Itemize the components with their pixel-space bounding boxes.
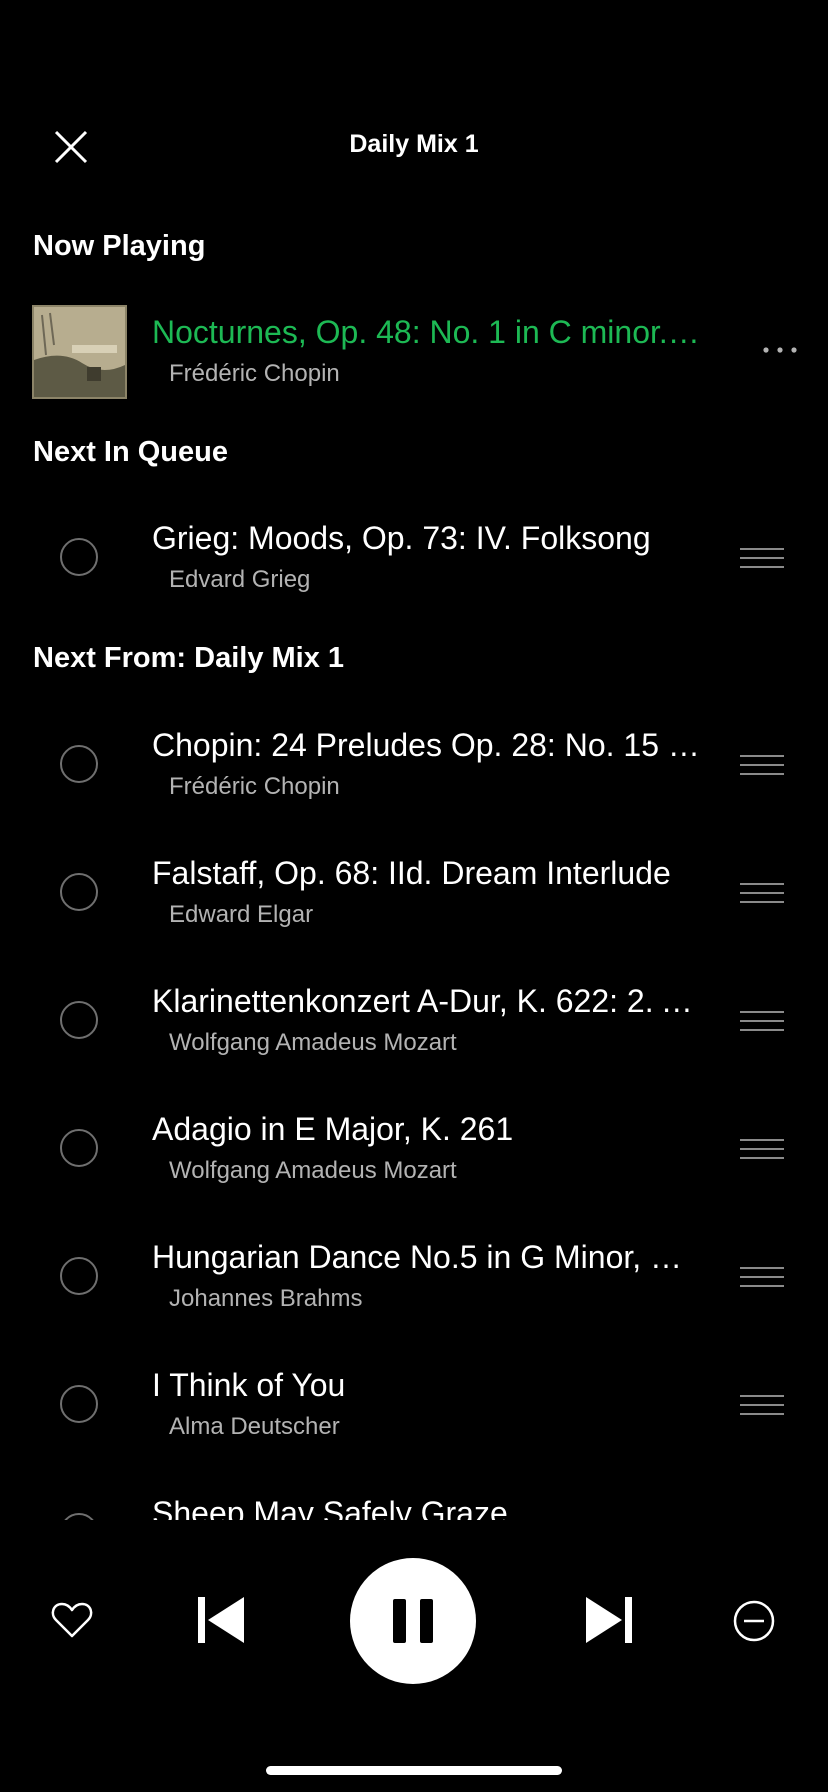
drag-handle[interactable]: [740, 1011, 784, 1035]
list-item-title[interactable]: I Think of You: [152, 1367, 345, 1404]
playback-controls: [0, 1558, 828, 1684]
pause-button[interactable]: [350, 1558, 476, 1684]
select-radio[interactable]: [60, 873, 98, 911]
drag-handle[interactable]: [740, 1395, 784, 1419]
select-radio[interactable]: [60, 538, 98, 576]
drag-handle[interactable]: [740, 548, 784, 572]
list-item-title[interactable]: Falstaff, Op. 68: IId. Dream Interlude: [152, 855, 671, 892]
select-radio[interactable]: [60, 745, 98, 783]
next-from-heading: Next From: Daily Mix 1: [33, 642, 345, 674]
list-item-title[interactable]: Chopin: 24 Preludes Op. 28: No. 15 in D-…: [152, 727, 704, 764]
list-item-artist: Edward Elgar: [169, 901, 314, 928]
remove-icon: [733, 1600, 775, 1642]
list-item-artist: Alma Deutscher: [169, 1413, 340, 1440]
previous-icon: [198, 1597, 244, 1643]
select-radio[interactable]: [60, 1257, 98, 1295]
now-playing-artist: Frédéric Chopin: [169, 360, 340, 387]
select-radio[interactable]: [60, 1513, 98, 1520]
like-button[interactable]: [50, 1598, 94, 1642]
select-radio[interactable]: [60, 1129, 98, 1167]
select-radio[interactable]: [60, 1001, 98, 1039]
page-title: Daily Mix 1: [349, 130, 479, 158]
next-in-queue-heading: Next In Queue: [33, 436, 228, 468]
list-item-title[interactable]: Adagio in E Major, K. 261: [152, 1111, 513, 1148]
now-playing-heading: Now Playing: [33, 230, 206, 262]
list-item-artist: Johannes Brahms: [169, 1285, 363, 1312]
list-item-artist: Wolfgang Amadeus Mozart: [169, 1029, 457, 1056]
more-options-button[interactable]: [760, 340, 800, 360]
select-radio[interactable]: [60, 1385, 98, 1423]
next-icon: [586, 1597, 632, 1643]
more-icon: [763, 347, 797, 353]
album-art: [32, 305, 127, 399]
pause-icon: [393, 1599, 433, 1643]
list-item-title[interactable]: Klarinettenkonzert A-Dur, K. 622: 2. Ada…: [152, 983, 704, 1020]
list-item-title[interactable]: Hungarian Dance No.5 in G Minor, WoO 1: [152, 1239, 704, 1276]
heart-icon: [51, 1602, 93, 1638]
up-next-list: Chopin: 24 Preludes Op. 28: No. 15 in D-…: [0, 690, 828, 1520]
list-item-title[interactable]: Sheep May Safely Graze: [152, 1495, 508, 1520]
previous-button[interactable]: [196, 1595, 248, 1645]
drag-handle[interactable]: [740, 883, 784, 907]
remove-button[interactable]: [732, 1599, 776, 1643]
list-item-artist: Wolfgang Amadeus Mozart: [169, 1157, 457, 1184]
drag-handle[interactable]: [740, 1139, 784, 1163]
home-indicator[interactable]: [266, 1766, 562, 1775]
drag-handle[interactable]: [740, 1267, 784, 1291]
next-button[interactable]: [582, 1595, 634, 1645]
queue-track-title[interactable]: Grieg: Moods, Op. 73: IV. Folksong: [152, 520, 651, 557]
now-playing-title[interactable]: Nocturnes, Op. 48: No. 1 in C minor. Len…: [152, 314, 704, 351]
drag-handle[interactable]: [740, 755, 784, 779]
queue-track-artist: Edvard Grieg: [169, 566, 311, 593]
list-item-artist: Frédéric Chopin: [169, 773, 340, 800]
